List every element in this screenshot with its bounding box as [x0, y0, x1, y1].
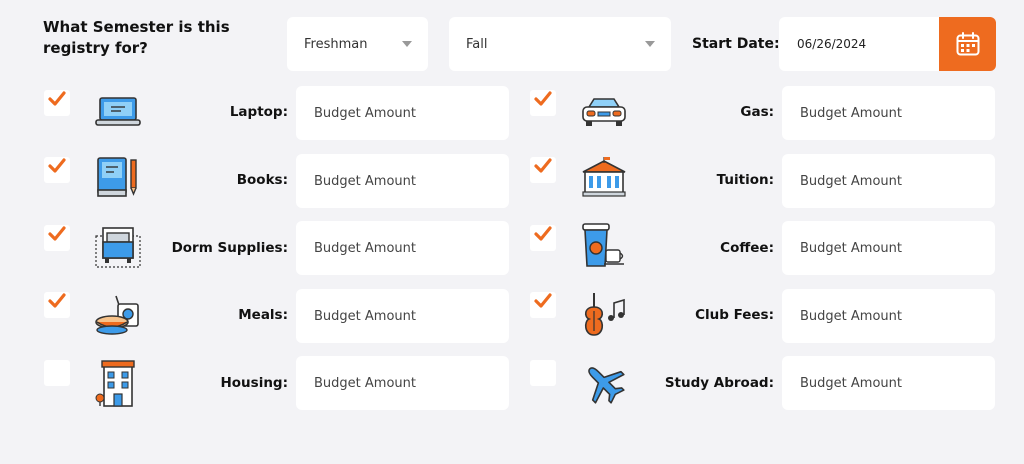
study-abroad-checkbox[interactable] [530, 360, 556, 386]
checkmark-icon [534, 158, 552, 173]
tuition-label: Tuition: [716, 172, 774, 188]
books-budget-input[interactable]: Budget Amount [296, 154, 509, 208]
gas-label: Gas: [740, 104, 774, 120]
dorm-supplies-label: Dorm Supplies: [171, 240, 288, 256]
year-select[interactable]: Freshman [287, 17, 428, 71]
books-label: Books: [236, 172, 288, 188]
calendar-button[interactable] [939, 17, 996, 71]
meals-icon [95, 295, 139, 335]
meals-checkbox[interactable] [44, 292, 70, 318]
checkmark-icon [48, 293, 66, 308]
club-fees-budget-input[interactable]: Budget Amount [782, 289, 995, 343]
study-abroad-budget-input[interactable]: Budget Amount [782, 356, 995, 410]
dorm-bed-icon [95, 227, 141, 268]
meals-budget-input[interactable]: Budget Amount [296, 289, 509, 343]
dorm-supplies-budget-input[interactable]: Budget Amount [296, 221, 509, 275]
checkmark-icon [534, 91, 552, 106]
start-date-label: Start Date: [692, 36, 780, 52]
checkmark-icon [48, 158, 66, 173]
start-date-field [779, 17, 996, 71]
start-date-input[interactable] [779, 17, 939, 71]
tuition-checkbox[interactable] [530, 157, 556, 183]
club-fees-checkbox[interactable] [530, 292, 556, 318]
housing-checkbox[interactable] [44, 360, 70, 386]
calendar-icon [956, 32, 979, 56]
books-icon [97, 157, 137, 197]
semester-question: What Semester is this registry for? [43, 18, 230, 57]
study-abroad-label: Study Abroad: [664, 375, 774, 391]
club-fees-label: Club Fees: [695, 307, 774, 323]
coffee-budget-input[interactable]: Budget Amount [782, 221, 995, 275]
year-select-value: Freshman [304, 36, 368, 52]
gas-checkbox[interactable] [530, 90, 556, 116]
gas-budget-input[interactable]: Budget Amount [782, 86, 995, 140]
tuition-budget-input[interactable]: Budget Amount [782, 154, 995, 208]
laptop-icon [95, 97, 141, 126]
laptop-label: Laptop: [229, 104, 288, 120]
housing-budget-input[interactable]: Budget Amount [296, 356, 509, 410]
chevron-down-icon [645, 41, 655, 47]
checkmark-icon [48, 226, 66, 241]
laptop-budget-input[interactable]: Budget Amount [296, 86, 509, 140]
checkmark-icon [48, 91, 66, 106]
housing-building-icon [95, 360, 135, 407]
car-icon [582, 98, 626, 126]
chevron-down-icon [402, 41, 412, 47]
airplane-icon [588, 367, 625, 404]
books-checkbox[interactable] [44, 157, 70, 183]
violin-music-icon [584, 293, 625, 336]
coffee-checkbox[interactable] [530, 225, 556, 251]
coffee-label: Coffee: [720, 240, 774, 256]
term-select[interactable]: Fall [449, 17, 671, 71]
school-building-icon [582, 157, 626, 197]
dorm-supplies-checkbox[interactable] [44, 225, 70, 251]
meals-label: Meals: [238, 307, 288, 323]
checkmark-icon [534, 226, 552, 241]
term-select-value: Fall [466, 36, 488, 52]
laptop-checkbox[interactable] [44, 90, 70, 116]
housing-label: Housing: [220, 375, 288, 391]
coffee-cup-icon [582, 223, 624, 267]
checkmark-icon [534, 293, 552, 308]
